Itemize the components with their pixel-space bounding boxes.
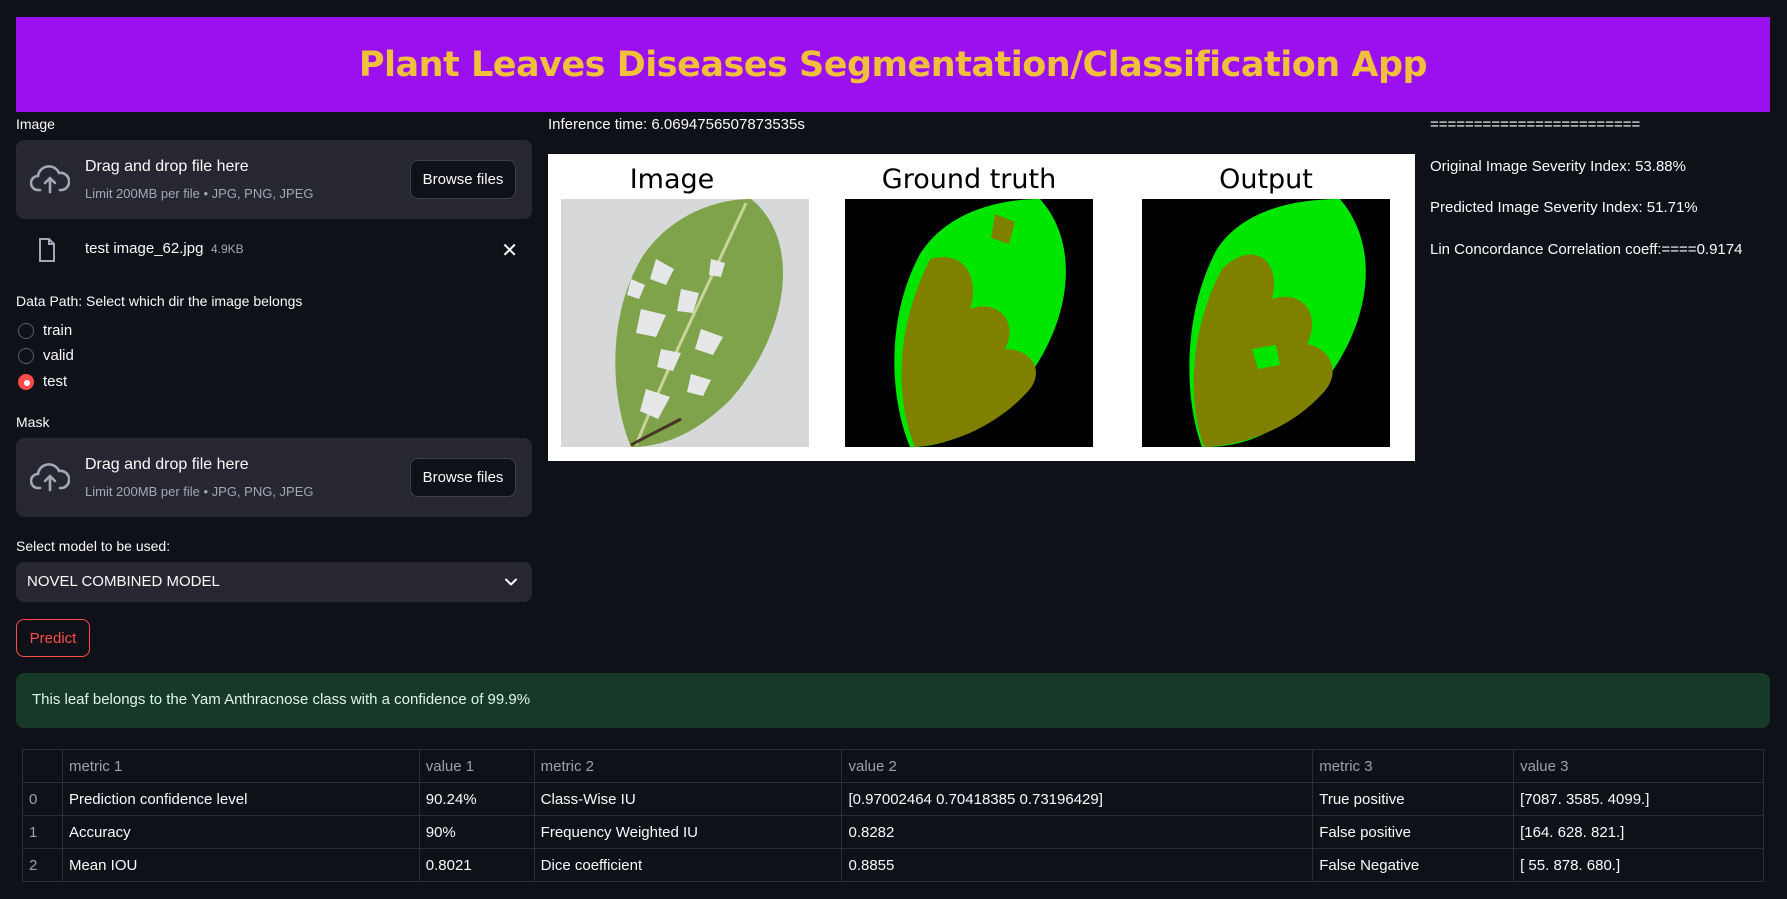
table-cell: Mean IOU <box>61 848 420 882</box>
original-severity-index: Original Image Severity Index: 53.88% <box>1430 158 1686 175</box>
table-cell: 0.8855 <box>841 848 1314 882</box>
table-cell: Class-Wise IU <box>533 782 843 816</box>
panel-image: Image <box>548 154 809 461</box>
browse-files-button[interactable]: Browse files <box>410 160 516 199</box>
table-cell: 0 <box>22 782 63 816</box>
column-header <box>22 749 63 783</box>
app-header: Plant Leaves Diseases Segmentation/Class… <box>16 17 1770 112</box>
file-icon <box>39 238 55 262</box>
panel-title: Output <box>1219 164 1313 195</box>
table-cell: False positive <box>1312 815 1515 849</box>
table-cell: Frequency Weighted IU <box>533 815 843 849</box>
column-header: value 2 <box>841 749 1314 783</box>
mask-uploader-label: Mask <box>16 414 50 430</box>
panel-title: Ground truth <box>881 164 1057 195</box>
predict-button[interactable]: Predict <box>16 619 90 657</box>
uploaded-file-name: test image_62.jpg <box>85 240 204 257</box>
table-cell: 90.24% <box>418 782 535 816</box>
file-limit-text: Limit 200MB per file • JPG, PNG, JPEG <box>85 484 314 499</box>
drag-drop-text: Drag and drop file here <box>85 158 249 175</box>
table-cell: 0.8282 <box>841 815 1314 849</box>
uploaded-file-size: 4.9KB <box>211 242 244 256</box>
table-cell: Prediction confidence level <box>61 782 420 816</box>
result-text: This leaf belongs to the Yam Anthracnose… <box>32 691 531 708</box>
image-uploader-label: Image <box>16 116 55 132</box>
column-header: metric 3 <box>1312 749 1515 783</box>
leaf-photo <box>561 199 809 447</box>
close-icon[interactable]: ✕ <box>501 238 518 263</box>
ground-truth-mask <box>845 199 1093 447</box>
table-cell: False Negative <box>1312 848 1515 882</box>
result-alert: This leaf belongs to the Yam Anthracnose… <box>16 673 1770 728</box>
panel-title: Image <box>629 164 715 195</box>
table-cell: Dice coefficient <box>533 848 843 882</box>
table-row: 0 Prediction confidence level 90.24% Cla… <box>22 782 1764 816</box>
column-header: metric 1 <box>61 749 420 783</box>
table-cell: 0.8021 <box>418 848 535 882</box>
metrics-table: metric 1 value 1 metric 2 value 2 metric… <box>22 749 1764 882</box>
radio-circle[interactable] <box>18 347 34 364</box>
radio-label: test <box>43 373 68 390</box>
table-cell: 90% <box>418 815 535 849</box>
panel-output: Output <box>1142 154 1390 461</box>
inference-time: Inference time: 6.0694756507873535s <box>548 116 805 133</box>
mask-dropzone[interactable]: Drag and drop file here Limit 200MB per … <box>16 438 532 517</box>
lin-concordance-coeff: Lin Concordance Correlation coeff:====0.… <box>1430 241 1743 258</box>
column-header: metric 2 <box>533 749 843 783</box>
browse-files-button[interactable]: Browse files <box>410 458 516 497</box>
data-path-label: Data Path: Select which dir the image be… <box>16 293 303 309</box>
radio-circle-selected[interactable] <box>18 373 34 390</box>
table-cell: [ 55. 878. 680.] <box>1513 848 1764 882</box>
table-cell: 2 <box>22 848 63 882</box>
table-cell: [0.97002464 0.70418385 0.73196429] <box>841 782 1314 816</box>
radio-label: train <box>43 322 73 339</box>
radio-test[interactable]: test <box>18 373 67 390</box>
page-title: Plant Leaves Diseases Segmentation/Class… <box>358 44 1428 85</box>
predicted-severity-index: Predicted Image Severity Index: 51.71% <box>1430 199 1698 216</box>
table-row: 2 Mean IOU 0.8021 Dice coefficient 0.885… <box>22 848 1764 882</box>
drag-drop-text: Drag and drop file here <box>85 456 249 473</box>
table-row: 1 Accuracy 90% Frequency Weighted IU 0.8… <box>22 815 1764 849</box>
radio-valid[interactable]: valid <box>18 347 74 364</box>
chevron-down-icon <box>505 578 517 586</box>
model-select-label: Select model to be used: <box>16 538 171 554</box>
table-cell: True positive <box>1312 782 1515 816</box>
model-select-value: NOVEL COMBINED MODEL <box>27 573 220 590</box>
table-cell: [164. 628. 821.] <box>1513 815 1764 849</box>
cloud-upload-icon <box>30 165 70 194</box>
radio-label: valid <box>43 347 74 364</box>
table-cell: Accuracy <box>61 815 420 849</box>
column-header: value 3 <box>1513 749 1764 783</box>
output-mask <box>1142 199 1390 447</box>
radio-train[interactable]: train <box>18 322 72 339</box>
column-header: value 1 <box>418 749 535 783</box>
model-select[interactable]: NOVEL COMBINED MODEL <box>16 562 532 602</box>
uploaded-file-row: test image_62.jpg 4.9KB ✕ <box>16 228 532 272</box>
table-cell: [7087. 3585. 4099.] <box>1513 782 1764 816</box>
file-limit-text: Limit 200MB per file • JPG, PNG, JPEG <box>85 186 314 201</box>
segmentation-figure: Image Ground truth Output <box>548 154 1415 461</box>
table-cell: 1 <box>22 815 63 849</box>
image-dropzone[interactable]: Drag and drop file here Limit 200MB per … <box>16 140 532 219</box>
cloud-upload-icon <box>30 463 70 492</box>
separator-text: ======================== <box>1430 116 1641 133</box>
table-header-row: metric 1 value 1 metric 2 value 2 metric… <box>22 749 1764 783</box>
panel-ground-truth: Ground truth <box>845 154 1093 461</box>
radio-circle[interactable] <box>18 322 34 339</box>
